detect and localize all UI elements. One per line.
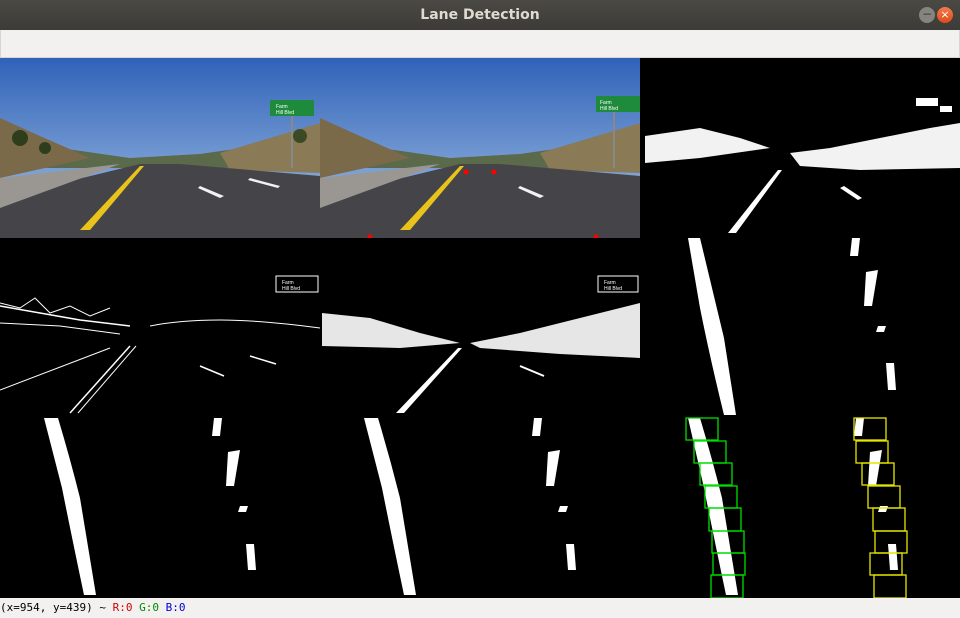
image-canvas[interactable]: Farm Hill Blvd Farm Hill Blvd Farm Hill … [0,58,960,599]
panel-color-threshold: Farm Hill Blvd [320,238,640,418]
status-bar: (x=954, y=439) ~ R:0 G:0 B:0 [0,598,960,618]
window-title: Lane Detection [420,7,540,23]
panel-warped-binary-b [320,418,640,598]
minimize-button[interactable]: − [919,7,935,23]
title-bar: Lane Detection − × [0,0,960,30]
panel-source-points: Farm Hill Blvd [320,58,640,240]
image-grid: Farm Hill Blvd Farm Hill Blvd Farm Hill … [0,58,960,599]
green-value: G:0 [139,601,159,614]
cursor-coordinates: (x=954, y=439) ~ [0,601,106,614]
toolbar [0,30,960,58]
panel-sliding-windows [640,417,960,599]
sign-text: Hill Blvd [600,106,618,112]
red-value: R:0 [112,601,133,614]
sign-text: Hill Blvd [604,286,622,292]
close-button[interactable]: × [937,7,953,23]
panel-combined-threshold [640,58,960,238]
panel-original-frame: Farm Hill Blvd [0,58,320,238]
sign-text: Hill Blvd [282,286,300,292]
source-point [463,169,469,175]
sign-text: Hill Blvd [276,110,294,116]
panel-warped-binary-a [0,418,320,598]
source-point [491,169,497,175]
blue-value: B:0 [165,601,186,614]
panel-warped-binary [640,238,960,418]
panel-gradient-threshold: Farm Hill Blvd [0,238,321,418]
